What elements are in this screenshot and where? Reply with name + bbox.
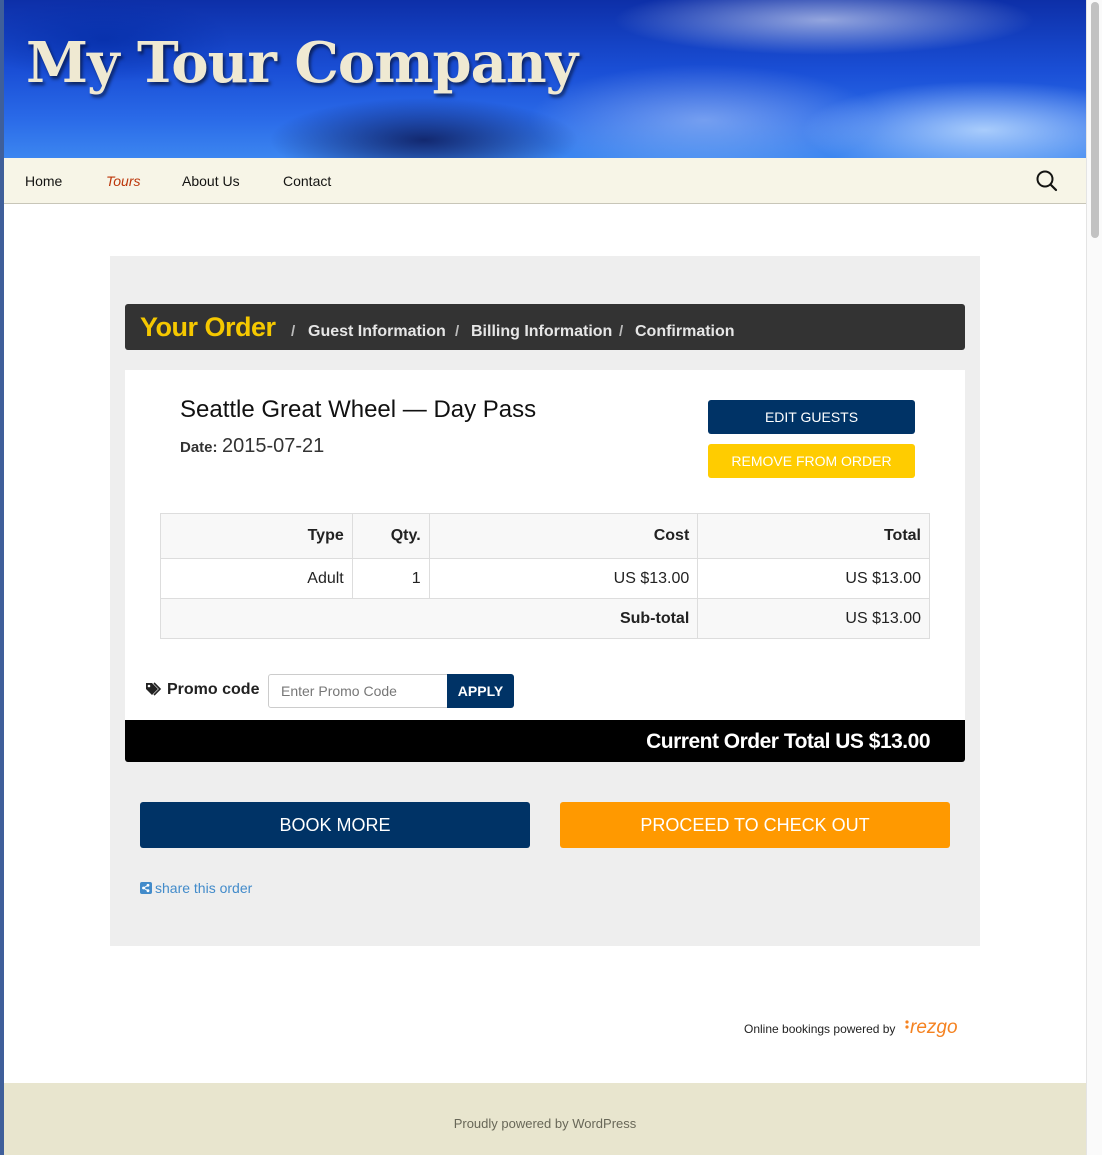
share-order-link[interactable]: share this order [140,880,252,896]
step-your-order: Your Order [140,312,276,342]
nav-item-tours[interactable]: Tours [106,173,141,189]
step-separator: / [619,323,624,340]
footer-credit[interactable]: Proudly powered by WordPress [4,1116,1086,1131]
item-date: Date: 2015-07-21 [180,435,324,458]
step-billing-information: Billing Information [471,323,613,340]
apply-promo-button[interactable]: APPLY [447,674,514,708]
promo-code-label: Promo code [145,681,259,701]
date-value: 2015-07-21 [221,435,325,457]
step-confirmation: Confirmation [635,323,735,340]
promo-code-text: Promo code [167,681,260,698]
checkout-steps: Your Order / Guest Information / Billing… [125,304,965,350]
book-more-button[interactable]: BOOK MORE [140,802,530,848]
order-total-text: Current Order Total US $13.00 [646,730,930,753]
site-footer: Proudly powered by WordPress [4,1083,1086,1155]
svg-text:rezgo: rezgo [910,1017,958,1038]
item-title: Seattle Great Wheel — Day Pass [180,396,537,423]
promo-code-input[interactable] [268,674,448,708]
nav-item-home[interactable]: Home [25,173,62,189]
scrollbar-thumb[interactable] [1091,2,1099,238]
table-row: Adult 1 US $13.00 US $13.00 [160,558,930,599]
remove-from-order-button[interactable]: REMOVE FROM ORDER [708,444,915,478]
cell-qty: 1 [351,558,430,599]
column-header-qty: Qty. [351,513,430,559]
cell-total: US $13.00 [697,558,930,599]
nav-item-about-us[interactable]: About Us [182,173,240,189]
share-icon [140,882,152,894]
share-order-text: share this order [155,880,253,896]
powered-by-text: Online bookings powered by [744,1022,896,1036]
subtotal-row: Sub-total US $13.00 [159,598,930,639]
table-header-row: Type Qty. Cost Total [160,513,930,559]
search-icon[interactable] [1034,168,1060,194]
nav-item-contact[interactable]: Contact [283,173,331,189]
vertical-scrollbar[interactable] [1086,0,1102,1155]
subtotal-label: Sub-total [159,598,699,639]
tags-icon [145,682,163,701]
step-separator: / [291,323,296,340]
proceed-to-checkout-button[interactable]: PROCEED TO CHECK OUT [560,802,950,848]
price-table: Type Qty. Cost Total Adult 1 US $13.00 U… [159,513,930,639]
order-item: Seattle Great Wheel — Day Pass Date: 201… [125,370,965,720]
site-header: My Tour Company [4,0,1086,158]
edit-guests-button[interactable]: EDIT GUESTS [708,400,915,434]
column-header-total: Total [697,513,930,559]
cell-type: Adult [160,558,353,599]
main-navigation: Home Tours About Us Contact [4,158,1086,204]
date-label: Date: [180,439,218,456]
rezgo-logo[interactable]: rezgo [904,1016,964,1040]
column-header-cost: Cost [428,513,699,559]
step-separator: / [455,323,460,340]
step-guest-information: Guest Information [308,323,446,340]
subtotal-value: US $13.00 [697,598,930,639]
order-panel: Your Order / Guest Information / Billing… [110,256,980,946]
site-title[interactable]: My Tour Company [26,30,578,96]
column-header-type: Type [160,513,353,559]
order-total-bar: Current Order Total US $13.00 [125,720,965,762]
cell-cost: US $13.00 [428,558,699,599]
